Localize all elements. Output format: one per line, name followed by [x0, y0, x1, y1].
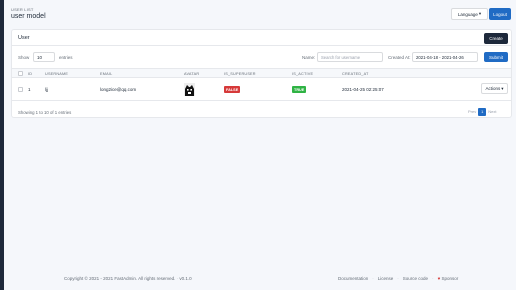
pagination-page-1[interactable]: 1	[478, 107, 487, 116]
column-header-username[interactable]: USERNAME	[45, 72, 68, 76]
username-search-input[interactable]: Search for username	[317, 52, 383, 62]
footer-link-source-code[interactable]: Source code	[403, 276, 428, 281]
chevron-down-icon: ▾	[478, 11, 482, 16]
cell-email: long2ice@qq.com	[100, 87, 137, 92]
column-header-created-at[interactable]: CREATED_AT	[342, 72, 369, 76]
sidebar-strip	[0, 0, 4, 290]
created-at-filter-label: Created At:	[388, 55, 411, 60]
filter-toolbar: Show 10 entries Name: Search for usernam…	[12, 47, 511, 67]
pagination: Prev 1 Next	[468, 107, 496, 116]
page-pretitle: USER LIST	[11, 7, 34, 12]
cell-id: 1	[28, 87, 31, 92]
name-filter-label: Name:	[302, 55, 316, 60]
page-size-input[interactable]: 10	[33, 52, 55, 62]
submit-button[interactable]: Submit	[484, 52, 508, 62]
page-header: USER LIST user model Language ▾ Logout	[11, 6, 511, 24]
created-at-range-input[interactable]: 2021-04-18 - 2021-04-26	[412, 52, 478, 62]
select-all-checkbox[interactable]	[18, 71, 23, 76]
row-checkbox[interactable]	[18, 87, 23, 92]
page-title: user model	[11, 13, 46, 20]
footer-link-license[interactable]: License	[378, 276, 394, 281]
card-title: User	[18, 35, 30, 41]
table-row: 1 ljj long2ice@qq.com FALSE TRUE 2021-04…	[12, 79, 511, 101]
user-list-card: User Create Show 10 entries Name: Search…	[11, 29, 512, 118]
version-text[interactable]: v0.1.0	[179, 276, 191, 281]
copyright-text: Copyright © 2021 - 2021 FastAdmin. All r…	[64, 276, 176, 281]
table-info: Showing 1 to 10 of 1 entries	[18, 110, 72, 115]
column-header-email[interactable]: EMAIL	[100, 72, 112, 76]
footer-copyright: Copyright © 2021 - 2021 FastAdmin. All r…	[64, 276, 192, 281]
heart-icon: ♥	[437, 276, 441, 281]
actions-label: Actions	[485, 86, 501, 91]
create-button[interactable]: Create	[484, 33, 508, 44]
avatar	[184, 83, 195, 96]
column-header-avatar[interactable]: AVATAR	[184, 72, 199, 76]
chevron-down-icon: ▾	[501, 85, 504, 91]
entries-label: entries	[59, 55, 73, 60]
language-dropdown[interactable]: Language ▾	[451, 8, 488, 20]
cell-username: ljj	[45, 87, 48, 92]
column-header-is-active[interactable]: IS_ACTIVE	[292, 72, 313, 76]
is-superuser-badge: FALSE	[224, 86, 241, 93]
card-header: User Create	[12, 30, 511, 46]
footer-link-documentation[interactable]: Documentation	[338, 276, 368, 281]
is-active-badge: TRUE	[292, 86, 307, 93]
show-label: Show	[18, 55, 30, 60]
sponsor-label: Sponsor	[441, 276, 459, 281]
pagination-next[interactable]: Next	[488, 109, 496, 114]
table-header: ID USERNAME EMAIL AVATAR IS_SUPERUSER IS…	[12, 68, 511, 78]
footer-link-sponsor[interactable]: ♥ Sponsor	[438, 276, 459, 281]
cell-created-at: 2021-04-25 02:25:07	[342, 87, 384, 92]
column-header-is-superuser[interactable]: IS_SUPERUSER	[224, 72, 256, 76]
footer-links: Documentation · License · Source code · …	[338, 276, 459, 281]
column-header-id[interactable]: ID	[28, 72, 32, 76]
language-label: Language	[457, 11, 478, 17]
actions-dropdown[interactable]: Actions ▾	[481, 83, 508, 94]
pagination-prev[interactable]: Prev	[468, 109, 476, 114]
logout-button[interactable]: Logout	[489, 8, 511, 20]
